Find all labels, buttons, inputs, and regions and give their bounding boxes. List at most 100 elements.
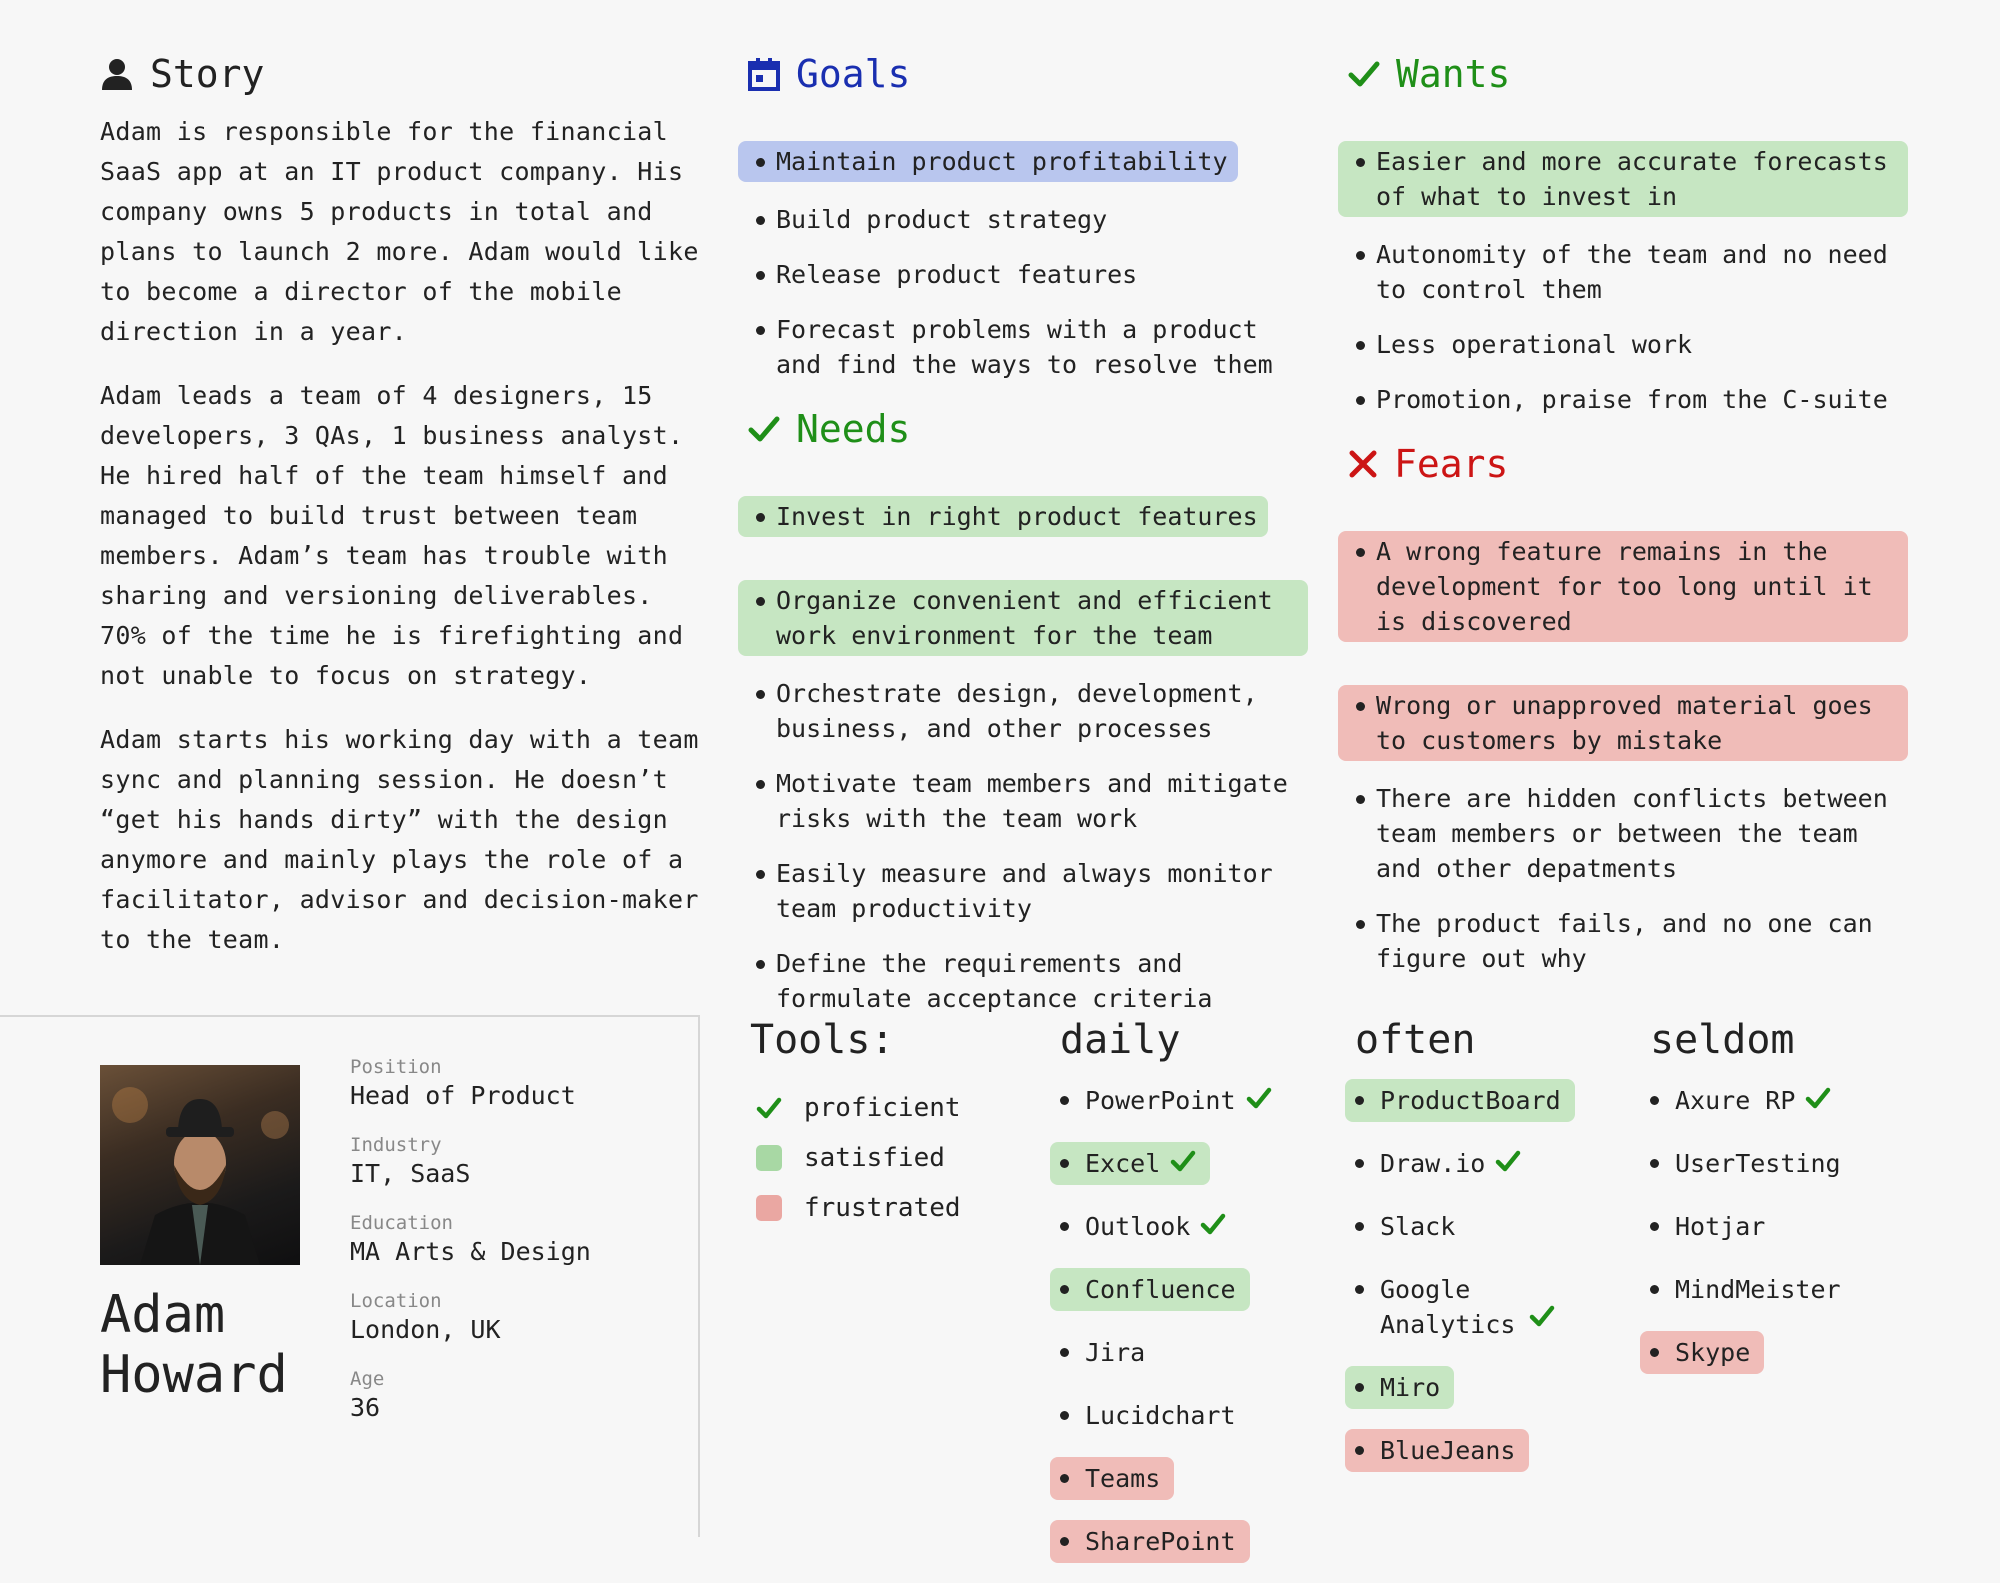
profile-field-value: London, UK <box>350 1315 501 1344</box>
needs-item: Define the requirements and formulate ac… <box>748 946 1308 1016</box>
tool-item: Teams <box>1050 1457 1320 1500</box>
story-title: Story <box>150 52 265 96</box>
wants-section: Wants Easier and more accurate forecasts… <box>1338 50 1908 437</box>
calendar-icon <box>748 57 780 91</box>
wants-item-text: Easier and more accurate forecasts of wh… <box>1376 147 1888 211</box>
check-icon <box>756 1097 782 1119</box>
needs-list: Invest in right product features Organize… <box>738 473 1308 1016</box>
tools-list: Axure RP UserTesting Hotjar MindMeister Skyp… <box>1640 1079 1910 1374</box>
needs-item-text: Define the requirements and formulate ac… <box>776 949 1213 1013</box>
green-swatch <box>756 1145 782 1171</box>
goals-item-text: Maintain product profitability <box>776 147 1228 176</box>
check-icon <box>748 415 780 443</box>
goals-list: Maintain product profitability Build prod… <box>738 118 1308 382</box>
tools-list: ProductBoard Draw.io Slack Google Analytics… <box>1345 1079 1615 1472</box>
check-icon <box>1495 1146 1521 1181</box>
goals-item-text: Forecast problems with a product and fin… <box>776 315 1273 379</box>
fears-item-text: Wrong or unapproved material goes to cus… <box>1376 691 1873 755</box>
wants-title: Wants <box>1396 52 1511 96</box>
fears-title: Fears <box>1394 442 1509 486</box>
tool-item: Outlook <box>1060 1205 1320 1248</box>
needs-item: Motivate team members and mitigate risks… <box>748 766 1308 836</box>
needs-item: Invest in right product features <box>738 473 1308 537</box>
goals-title: Goals <box>796 52 911 96</box>
bullet-dot <box>1060 1159 1069 1168</box>
bullet-dot <box>1355 1159 1364 1168</box>
needs-item-text: Orchestrate design, development, busines… <box>776 679 1258 743</box>
tool-item: MindMeister <box>1650 1268 1910 1311</box>
bullet-dot <box>1060 1537 1069 1546</box>
wants-item-text: Autonomity of the team and no need to co… <box>1376 240 1888 304</box>
tools-list: PowerPoint Excel Outlook Confluence Jira Luci… <box>1050 1079 1320 1563</box>
wants-item-text: Promotion, praise from the C-suite <box>1376 385 1888 414</box>
goals-item-text: Build product strategy <box>776 205 1108 234</box>
fears-item: A wrong feature remains in the developme… <box>1338 508 1908 642</box>
bullet-dot <box>1355 1096 1364 1105</box>
wants-item: Autonomity of the team and no need to co… <box>1348 237 1908 307</box>
goals-heading: Goals <box>748 50 1308 98</box>
bullet-dot <box>1060 1474 1069 1483</box>
tool-item: PowerPoint <box>1060 1079 1320 1122</box>
tool-item: BlueJeans <box>1345 1429 1615 1472</box>
check-icon <box>1200 1209 1226 1244</box>
profile-field-label: Education <box>350 1212 453 1234</box>
tool-item: Lucidchart <box>1060 1394 1320 1437</box>
tool-name: Hotjar <box>1675 1212 1766 1241</box>
tool-item: Draw.io <box>1355 1142 1615 1185</box>
legend-label: frustrated <box>804 1193 961 1223</box>
wants-item: Less operational work <box>1348 327 1908 362</box>
tool-item: Google Analytics <box>1355 1268 1615 1346</box>
tool-item: ProductBoard <box>1345 1079 1615 1122</box>
needs-title: Needs <box>796 407 911 451</box>
needs-item-text: Organize convenient and efficient work e… <box>776 586 1273 650</box>
goals-item-text: Release product features <box>776 260 1138 289</box>
wants-list: Easier and more accurate forecasts of wh… <box>1338 118 1908 417</box>
tool-name: Excel <box>1085 1149 1161 1178</box>
bullet-dot <box>1060 1411 1069 1420</box>
goals-item: Release product features <box>748 257 1308 292</box>
fears-item-text: There are hidden conflicts between team … <box>1376 784 1888 883</box>
profile-field-value: MA Arts & Design <box>350 1237 591 1266</box>
fears-heading: Fears <box>1348 440 1908 488</box>
tools-column-seldom: seldom Axure RP UserTesting Hotjar MindMeist… <box>1640 1015 1910 1394</box>
bullet-dot <box>1355 1383 1364 1392</box>
tool-name: Skype <box>1675 1338 1751 1367</box>
user-icon <box>100 57 134 91</box>
profile-last-name: Howard <box>100 1345 288 1405</box>
check-icon <box>1529 1301 1555 1336</box>
bullet-dot <box>1060 1348 1069 1357</box>
goals-item: Forecast problems with a product and fin… <box>748 312 1308 382</box>
profile-field-label: Location <box>350 1290 442 1312</box>
story-paragraph: Adam leads a team of 4 designers, 15 dev… <box>100 381 684 690</box>
bullet-dot <box>1650 1222 1659 1231</box>
check-icon <box>1170 1146 1196 1181</box>
tool-name: Draw.io <box>1380 1149 1486 1178</box>
needs-item-text: Invest in right product features <box>776 502 1258 531</box>
bullet-dot <box>1650 1159 1659 1168</box>
check-icon <box>1805 1083 1831 1118</box>
tool-item: Axure RP <box>1650 1079 1910 1122</box>
tool-name: UserTesting <box>1675 1149 1841 1178</box>
tool-name: Outlook <box>1085 1212 1191 1241</box>
tool-item: Jira <box>1060 1331 1320 1374</box>
tool-item: Slack <box>1355 1205 1615 1248</box>
story-heading: Story <box>100 50 700 98</box>
bullet-dot <box>1650 1348 1659 1357</box>
profile-field-label: Industry <box>350 1134 442 1156</box>
tool-name: Axure RP <box>1675 1086 1796 1115</box>
bullet-dot <box>1355 1222 1364 1231</box>
story-paragraph: Adam is responsible for the financial Sa… <box>100 117 699 346</box>
tool-item: Skype <box>1640 1331 1910 1374</box>
fears-item: The product fails, and no one can figure… <box>1348 906 1908 976</box>
fears-item-text: The product fails, and no one can figure… <box>1376 909 1873 973</box>
tool-name: Google Analytics <box>1380 1275 1516 1339</box>
profile-field-value: 36 <box>350 1393 381 1422</box>
fears-item-text: A wrong feature remains in the developme… <box>1376 537 1873 636</box>
x-icon <box>1348 449 1378 479</box>
profile-field-label: Age <box>350 1368 385 1390</box>
needs-item: Easily measure and always monitor team p… <box>748 856 1308 926</box>
story-section: Story Adam is responsible for the financ… <box>100 50 700 984</box>
fears-item: Wrong or unapproved material goes to cus… <box>1338 662 1908 761</box>
bullet-dot <box>1060 1222 1069 1231</box>
tool-item: Hotjar <box>1650 1205 1910 1248</box>
